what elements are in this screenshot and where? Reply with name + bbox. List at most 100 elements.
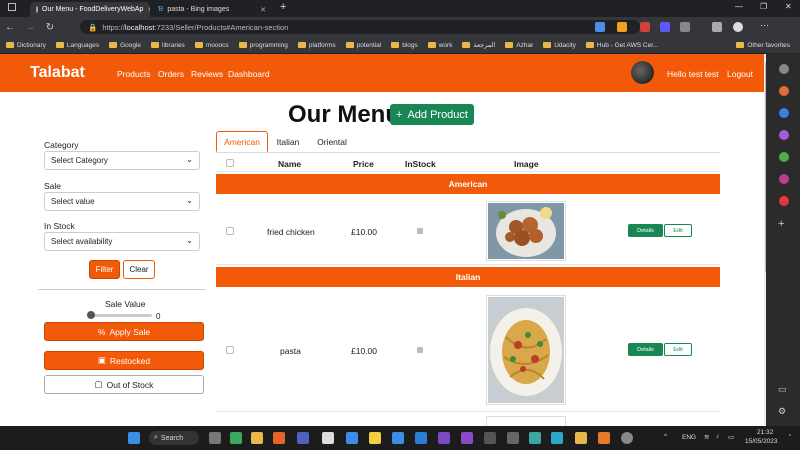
clock-date[interactable]: 15/05/2023 <box>745 438 778 445</box>
close-window-icon[interactable]: ✕ <box>785 2 792 11</box>
tab-oriental[interactable]: Oriental <box>312 131 352 152</box>
sale-slider-handle[interactable] <box>87 311 95 319</box>
youtube-icon[interactable] <box>779 196 789 206</box>
messenger-icon[interactable] <box>779 174 789 184</box>
out-of-stock-button[interactable]: ▢ Out of Stock <box>44 375 204 394</box>
search-icon[interactable] <box>779 64 789 74</box>
wifi-icon[interactable]: ≋ <box>704 433 709 441</box>
favorites-icon[interactable] <box>712 22 722 32</box>
category-select[interactable]: Select Category ⌄ <box>44 151 200 170</box>
more-icon[interactable]: ⋯ <box>760 20 769 31</box>
apply-sale-button[interactable]: % Apply Sale <box>44 322 204 341</box>
edge-icon[interactable] <box>551 432 563 444</box>
task-view-icon[interactable] <box>209 432 221 444</box>
taskbar-search[interactable]: ⌕ Search <box>149 431 199 445</box>
tab-american[interactable]: American <box>216 131 268 152</box>
profile-icon[interactable] <box>733 22 743 32</box>
sidebar-toggle-icon[interactable]: ▭ <box>778 384 787 395</box>
nav-dashboard[interactable]: Dashboard <box>228 69 270 79</box>
visual-studio-icon[interactable] <box>438 432 450 444</box>
edit-button[interactable]: Edit <box>664 224 692 237</box>
address-input[interactable]: 🔒 https://localhost:7233/Seller/Products… <box>80 20 640 34</box>
restocked-button[interactable]: ▣ Restocked <box>44 351 204 370</box>
forward-icon[interactable]: → <box>20 22 40 33</box>
app-icon[interactable] <box>392 432 404 444</box>
tab-italian[interactable]: Italian <box>272 131 304 152</box>
avatar[interactable] <box>631 61 654 84</box>
details-button[interactable]: Details <box>628 343 663 356</box>
bookmark-item[interactable]: Other favorites <box>736 42 790 49</box>
clock-time[interactable]: 21:32 <box>757 429 773 436</box>
minimize-icon[interactable]: — <box>735 2 743 11</box>
firefox-icon[interactable] <box>273 432 285 444</box>
extension-icon[interactable] <box>640 22 650 32</box>
notion-icon[interactable] <box>322 432 334 444</box>
widgets-icon[interactable] <box>230 432 242 444</box>
language-indicator[interactable]: ENG <box>682 434 696 441</box>
app-icon[interactable] <box>297 432 309 444</box>
notification-icon[interactable]: ▫ <box>789 432 791 439</box>
close-tab-icon[interactable]: ✕ <box>147 6 150 14</box>
bookmark-item[interactable]: Hub - Get AWS Cer... <box>585 42 658 49</box>
add-product-button[interactable]: + Add Product <box>390 104 474 125</box>
back-icon[interactable]: ← <box>0 22 20 33</box>
extension-icon[interactable] <box>660 22 670 32</box>
details-button[interactable]: Details <box>628 224 663 237</box>
bookmark-item[interactable]: mooocs <box>194 42 229 49</box>
clear-button[interactable]: Clear <box>123 260 155 279</box>
bookmark-item[interactable]: Languages <box>55 42 99 49</box>
bookmark-item[interactable]: Azhar <box>505 42 533 49</box>
bookmark-item[interactable]: libraries <box>151 42 185 49</box>
settings-icon[interactable]: ⚙ <box>778 406 786 417</box>
brand-logo[interactable]: Talabat <box>30 64 85 82</box>
bookmark-item[interactable]: work <box>427 42 452 49</box>
bookmark-item[interactable]: المرجعة <box>462 41 495 49</box>
row-checkbox[interactable] <box>226 227 234 235</box>
sale-slider[interactable] <box>90 314 152 317</box>
extension-icon[interactable] <box>617 22 627 32</box>
maximize-icon[interactable]: ❐ <box>760 2 767 11</box>
bookmark-item[interactable]: programming <box>238 42 288 49</box>
file-explorer-icon[interactable] <box>251 432 263 444</box>
games-icon[interactable] <box>779 130 789 140</box>
nav-reviews[interactable]: Reviews <box>191 69 223 79</box>
filter-button[interactable]: Filter <box>89 260 120 279</box>
new-tab-icon[interactable]: + <box>280 1 286 13</box>
select-all-checkbox[interactable] <box>226 159 234 167</box>
shopping-icon[interactable] <box>779 86 789 96</box>
app-icon[interactable] <box>484 432 496 444</box>
bookmark-item[interactable]: platforms <box>297 42 336 49</box>
battery-icon[interactable]: ▭ <box>728 433 734 441</box>
tray-chevron-icon[interactable]: ^ <box>664 433 667 440</box>
logout-link[interactable]: Logout <box>727 69 753 79</box>
vscode-icon[interactable] <box>415 432 427 444</box>
edit-button[interactable]: Edit <box>664 343 692 356</box>
browser-tab-active[interactable]: Our Menu - FoodDeliveryWebAp ✕ <box>30 2 150 17</box>
stock-select[interactable]: Select availability ⌄ <box>44 232 200 251</box>
office-icon[interactable] <box>779 152 789 162</box>
nav-products[interactable]: Products <box>117 69 151 79</box>
close-tab-icon[interactable]: ✕ <box>260 6 266 14</box>
visual-studio-icon[interactable] <box>461 432 473 444</box>
bookmark-item[interactable]: Udacity <box>543 42 576 49</box>
sale-select[interactable]: Select value ⌄ <box>44 192 200 211</box>
tools-icon[interactable] <box>779 108 789 118</box>
bookmark-item[interactable]: potential <box>345 42 381 49</box>
app-icon[interactable] <box>529 432 541 444</box>
extension-icon[interactable] <box>595 22 605 32</box>
nav-orders[interactable]: Orders <box>158 69 184 79</box>
obs-icon[interactable] <box>621 432 633 444</box>
app-icon[interactable] <box>507 432 519 444</box>
sticky-notes-icon[interactable] <box>369 432 381 444</box>
app-icon[interactable] <box>575 432 587 444</box>
start-icon[interactable] <box>128 432 140 444</box>
refresh-icon[interactable]: ↻ <box>40 22 60 33</box>
app-icon[interactable] <box>346 432 358 444</box>
bookmark-item[interactable]: blogs <box>391 42 418 49</box>
bookmark-item[interactable]: Google <box>109 42 141 49</box>
browser-tab[interactable]: Ɓ pasta - Bing images ✕ <box>152 2 272 17</box>
volume-icon[interactable]: ♪ <box>716 433 719 440</box>
vlc-icon[interactable] <box>598 432 610 444</box>
extension-icon[interactable] <box>680 22 690 32</box>
row-checkbox[interactable] <box>226 346 234 354</box>
